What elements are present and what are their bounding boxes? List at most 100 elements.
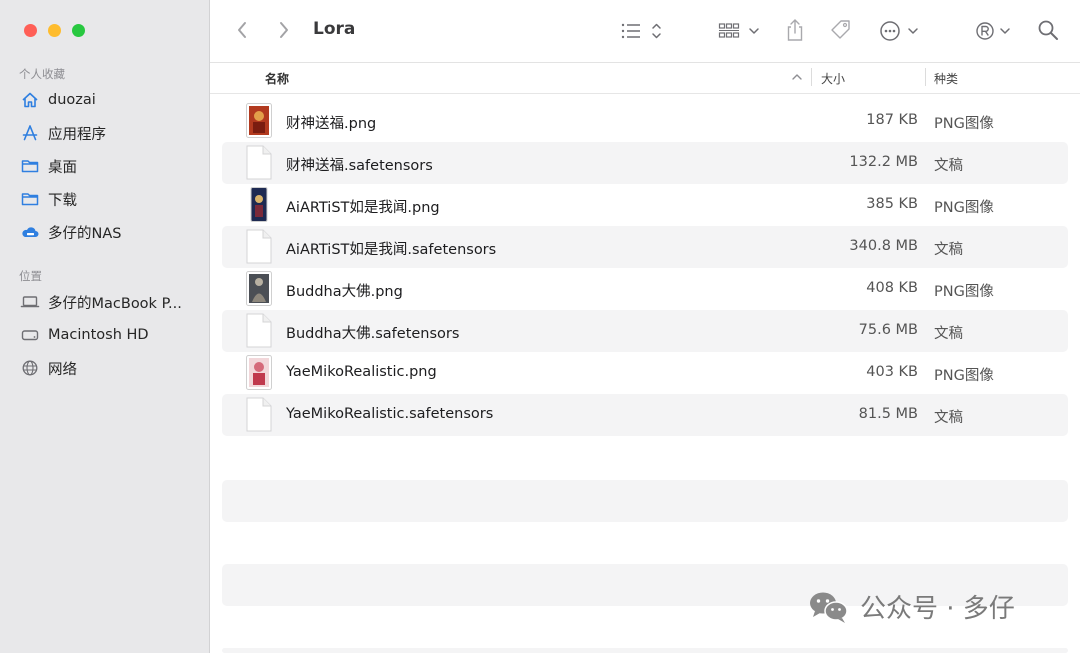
empty-row-stripe (222, 480, 1068, 522)
tag-icon (831, 20, 850, 39)
file-row[interactable]: AiARTiST如是我闻.safetensors 340.8 MB 文稿 (222, 226, 1068, 268)
house-icon (20, 90, 40, 110)
file-row[interactable]: AiARTiST如是我闻.png 385 KB PNG图像 (222, 184, 1068, 226)
finder-window: 个人收藏 duozai 应用程序 桌面 下载 多仔的NAS 位置 多仔的MacB… (0, 0, 1080, 653)
file-size: 132.2 MB (849, 154, 918, 170)
applications-icon (20, 123, 40, 143)
image-thumbnail-icon (246, 355, 272, 390)
tags-button[interactable] (828, 17, 854, 43)
laptop-icon (20, 292, 40, 312)
column-header-size[interactable]: 大小 (821, 70, 845, 87)
forward-button[interactable] (274, 18, 294, 42)
sort-ascending-icon (790, 70, 804, 84)
sidebar-item-nas[interactable]: 多仔的NAS (20, 219, 204, 245)
sidebar-item-desktop[interactable]: 桌面 (20, 153, 204, 179)
file-kind: PNG图像 (934, 116, 994, 132)
empty-row-stripe (222, 648, 1068, 653)
document-icon (246, 397, 272, 432)
list-view-icon (621, 23, 661, 39)
more-actions-button[interactable] (878, 18, 922, 44)
toolbar: Lora (210, 0, 1080, 63)
folder-icon (20, 189, 40, 209)
folder-icon (20, 156, 40, 176)
file-row[interactable]: Buddha大佛.safetensors 75.6 MB 文稿 (222, 310, 1068, 352)
column-header-kind[interactable]: 种类 (934, 70, 958, 87)
main-pane: Lora 名称 大小 种类 财神送福.png 187 KB PNG图像 财神送福… (210, 0, 1080, 653)
file-size: 408 KB (866, 280, 918, 296)
file-name: 财神送福.png (286, 116, 377, 132)
sidebar-item-applications[interactable]: 应用程序 (20, 120, 204, 146)
file-size: 187 KB (866, 112, 918, 128)
sidebar-item-home[interactable]: duozai (20, 87, 204, 113)
group-button[interactable] (718, 18, 762, 44)
file-row[interactable]: YaeMikoRealistic.safetensors 81.5 MB 文稿 (222, 394, 1068, 436)
sidebar-item-macbook[interactable]: 多仔的MacBook P... (20, 289, 204, 315)
registered-icon (976, 22, 1010, 40)
close-window-button[interactable] (24, 24, 37, 37)
column-headers: 名称 大小 种类 (210, 62, 1080, 94)
watermark: 公众号 · 多仔 (808, 588, 1015, 625)
column-header-name[interactable]: 名称 (265, 70, 289, 87)
file-kind: 文稿 (934, 242, 963, 258)
sidebar-item-label: 多仔的MacBook P... (48, 295, 182, 312)
search-button[interactable] (1036, 18, 1060, 42)
view-mode-button[interactable] (620, 18, 664, 44)
file-name: Buddha大佛.png (286, 284, 403, 300)
file-size: 75.6 MB (858, 322, 918, 338)
sidebar-item-label: duozai (48, 92, 96, 108)
column-divider[interactable] (925, 68, 926, 86)
image-thumbnail-icon (246, 103, 272, 138)
document-icon (246, 145, 272, 180)
file-kind: 文稿 (934, 410, 963, 426)
file-name: AiARTiST如是我闻.safetensors (286, 242, 497, 258)
file-size: 385 KB (866, 196, 918, 212)
document-icon (246, 313, 272, 348)
document-icon (246, 229, 272, 264)
sidebar-item-label: 网络 (48, 361, 77, 378)
disk-icon (20, 325, 40, 345)
file-kind: PNG图像 (934, 200, 994, 216)
file-kind: 文稿 (934, 326, 963, 342)
watermark-text: 公众号 · 多仔 (860, 594, 1015, 624)
back-button[interactable] (232, 18, 252, 42)
sidebar-item-downloads[interactable]: 下载 (20, 186, 204, 212)
minimize-window-button[interactable] (48, 24, 61, 37)
file-size: 340.8 MB (849, 238, 918, 254)
file-row[interactable]: YaeMikoRealistic.png 403 KB PNG图像 (222, 352, 1068, 394)
sidebar-item-label: 多仔的NAS (48, 225, 122, 242)
locations-section-title: 位置 (19, 269, 42, 283)
file-size: 81.5 MB (858, 406, 918, 422)
file-name: YaeMikoRealistic.png (286, 364, 437, 380)
file-name: Buddha大佛.safetensors (286, 326, 460, 342)
file-name: AiARTiST如是我闻.png (286, 200, 440, 216)
sidebar-item-label: Macintosh HD (48, 327, 149, 343)
sidebar-item-label: 应用程序 (48, 126, 106, 143)
wechat-icon (810, 592, 848, 623)
globe-icon (20, 358, 40, 378)
sidebar-item-network[interactable]: 网络 (20, 355, 204, 381)
share-button[interactable] (784, 16, 806, 44)
column-divider[interactable] (811, 68, 812, 86)
sidebar-item-label: 桌面 (48, 159, 77, 176)
file-size: 403 KB (866, 364, 918, 380)
ellipsis-circle-icon (880, 21, 918, 41)
search-icon (1038, 20, 1058, 40)
grid-group-icon (718, 23, 759, 38)
file-row[interactable]: 财神送福.png 187 KB PNG图像 (222, 100, 1068, 142)
sidebar-item-macintosh-hd[interactable]: Macintosh HD (20, 322, 204, 348)
sidebar-item-label: 下载 (48, 192, 77, 209)
cloud-drive-icon (20, 222, 40, 242)
file-row[interactable]: 财神送福.safetensors 132.2 MB 文稿 (222, 142, 1068, 184)
favorites-section-title: 个人收藏 (19, 67, 65, 81)
file-name: YaeMikoRealistic.safetensors (286, 406, 494, 422)
zoom-window-button[interactable] (72, 24, 85, 37)
sidebar: 个人收藏 duozai 应用程序 桌面 下载 多仔的NAS 位置 多仔的MacB… (0, 0, 210, 653)
file-kind: PNG图像 (934, 368, 994, 384)
image-thumbnail-icon (246, 187, 272, 222)
share-icon (787, 19, 803, 41)
extension-button[interactable] (974, 18, 1014, 44)
traffic-lights (24, 24, 85, 37)
file-row[interactable]: Buddha大佛.png 408 KB PNG图像 (222, 268, 1068, 310)
window-title: Lora (313, 19, 356, 39)
file-kind: PNG图像 (934, 284, 994, 300)
